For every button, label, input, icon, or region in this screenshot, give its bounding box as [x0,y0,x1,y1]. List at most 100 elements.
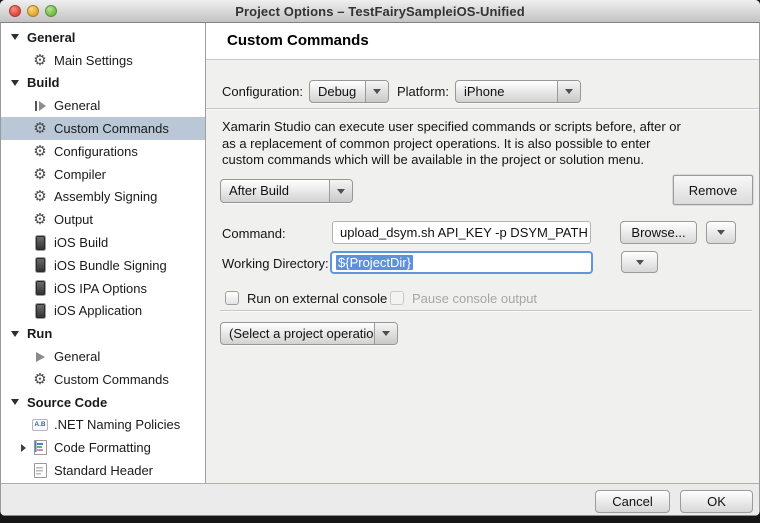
iphone-icon [32,280,48,296]
options-sidebar: General Main Settings Build General Cust… [1,23,206,483]
build-icon [32,98,48,114]
description-text: Xamarin Studio can execute user specifie… [222,119,681,169]
working-directory-variables-dropdown-button[interactable] [621,251,658,273]
sidebar-section-general[interactable]: General [1,26,205,49]
gear-icon [32,166,48,182]
page-title: Custom Commands [227,32,369,49]
divider [220,310,752,312]
disclosure-down-icon [11,399,19,405]
sidebar-item-net-naming-policies[interactable]: .NET Naming Policies [1,414,205,437]
sidebar-item-build-custom-commands[interactable]: Custom Commands [1,117,205,140]
chevron-down-icon [717,230,725,235]
document-color-icon [32,440,48,456]
command-trigger-value: After Build [221,180,329,202]
sidebar-item-run-custom-commands[interactable]: Custom Commands [1,368,205,391]
sidebar-section-label: Run [27,326,52,341]
sidebar-item-ios-application[interactable]: iOS Application [1,300,205,323]
divider [206,108,759,110]
sidebar-item-label: Standard Header [54,463,153,478]
sidebar-item-label: Custom Commands [54,121,169,136]
sidebar-item-label: Main Settings [54,53,133,68]
configuration-value: Debug [310,81,365,102]
sidebar-item-label: iOS Build [54,235,108,250]
iphone-icon [32,303,48,319]
sidebar-item-main-settings[interactable]: Main Settings [1,49,205,72]
sidebar-item-ios-build[interactable]: iOS Build [1,231,205,254]
platform-value: iPhone [456,81,557,102]
command-label: Command: [222,226,286,241]
iphone-icon [32,257,48,273]
sidebar-item-label: Compiler [54,167,106,182]
description-line: custom commands which will be available … [222,152,681,169]
sidebar-section-build[interactable]: Build [1,72,205,95]
configuration-label: Configuration: [222,84,303,99]
chevron-down-icon [329,180,352,202]
panel-header: Custom Commands [206,23,759,60]
disclosure-right-icon[interactable] [21,444,26,452]
working-directory-input[interactable]: ${ProjectDir} [330,251,593,274]
project-options-window: Project Options – TestFairySampleiOS-Uni… [0,0,760,516]
remove-button[interactable]: Remove [673,175,753,205]
platform-label: Platform: [397,84,449,99]
sidebar-section-run[interactable]: Run [1,322,205,345]
command-variables-dropdown-button[interactable] [706,221,736,244]
run-on-external-console-checkbox[interactable] [225,291,239,305]
sidebar-item-build-general[interactable]: General [1,94,205,117]
sidebar-item-output[interactable]: Output [1,208,205,231]
ab-badge-icon [32,417,48,433]
cancel-button[interactable]: Cancel [595,490,670,513]
project-operation-dropdown[interactable]: (Select a project operation) [220,322,398,345]
sidebar-item-label: General [54,98,100,113]
gear-icon [32,189,48,205]
ok-button[interactable]: OK [680,490,753,513]
configuration-dropdown[interactable]: Debug [309,80,389,103]
sidebar-item-label: General [54,349,100,364]
pause-console-output-label: Pause console output [412,291,537,306]
sidebar-item-label: Output [54,212,93,227]
description-line: as a replacement of common project opera… [222,136,681,153]
sidebar-item-ios-ipa-options[interactable]: iOS IPA Options [1,277,205,300]
description-line: Xamarin Studio can execute user specifie… [222,119,681,136]
gear-icon [32,371,48,387]
sidebar-item-compiler[interactable]: Compiler [1,163,205,186]
selected-text: ${ProjectDir} [336,255,413,270]
run-on-external-console-label: Run on external console [247,291,387,306]
pause-console-output-checkbox [390,291,404,305]
title-bar[interactable]: Project Options – TestFairySampleiOS-Uni… [0,0,760,23]
sidebar-item-label: iOS Application [54,303,142,318]
sidebar-item-ios-bundle-signing[interactable]: iOS Bundle Signing [1,254,205,277]
disclosure-down-icon [11,80,19,86]
sidebar-section-label: General [27,30,75,45]
sidebar-item-label: iOS Bundle Signing [54,258,167,273]
sidebar-item-assembly-signing[interactable]: Assembly Signing [1,186,205,209]
project-operation-value: (Select a project operation) [221,323,374,344]
configuration-row: Configuration: Debug Platform: iPhone [222,80,581,103]
sidebar-item-run-general[interactable]: General [1,345,205,368]
command-trigger-dropdown[interactable]: After Build [220,179,353,203]
play-icon [32,349,48,365]
gear-icon [32,143,48,159]
document-icon [32,463,48,479]
chevron-down-icon [636,260,644,265]
disclosure-down-icon [11,331,19,337]
sidebar-item-configurations[interactable]: Configurations [1,140,205,163]
chevron-down-icon [365,81,388,102]
gear-icon [32,212,48,228]
sidebar-item-label: Assembly Signing [54,189,157,204]
gear-icon [32,121,48,137]
sidebar-item-label: Code Formatting [54,440,151,455]
command-input[interactable]: upload_dsym.sh API_KEY -p DSYM_PATH [332,221,591,244]
sidebar-item-label: Custom Commands [54,372,169,387]
sidebar-item-label: .NET Naming Policies [54,417,180,432]
sidebar-item-standard-header[interactable]: Standard Header [1,459,205,482]
platform-dropdown[interactable]: iPhone [455,80,581,103]
chevron-down-icon [374,323,397,344]
working-directory-label: Working Directory: [222,256,329,271]
chevron-down-icon [557,81,580,102]
iphone-icon [32,235,48,251]
sidebar-item-label: iOS IPA Options [54,281,147,296]
browse-button[interactable]: Browse... [620,221,697,244]
sidebar-section-source-code[interactable]: Source Code [1,391,205,414]
sidebar-item-code-formatting[interactable]: Code Formatting [1,436,205,459]
sidebar-item-label: Configurations [54,144,138,159]
